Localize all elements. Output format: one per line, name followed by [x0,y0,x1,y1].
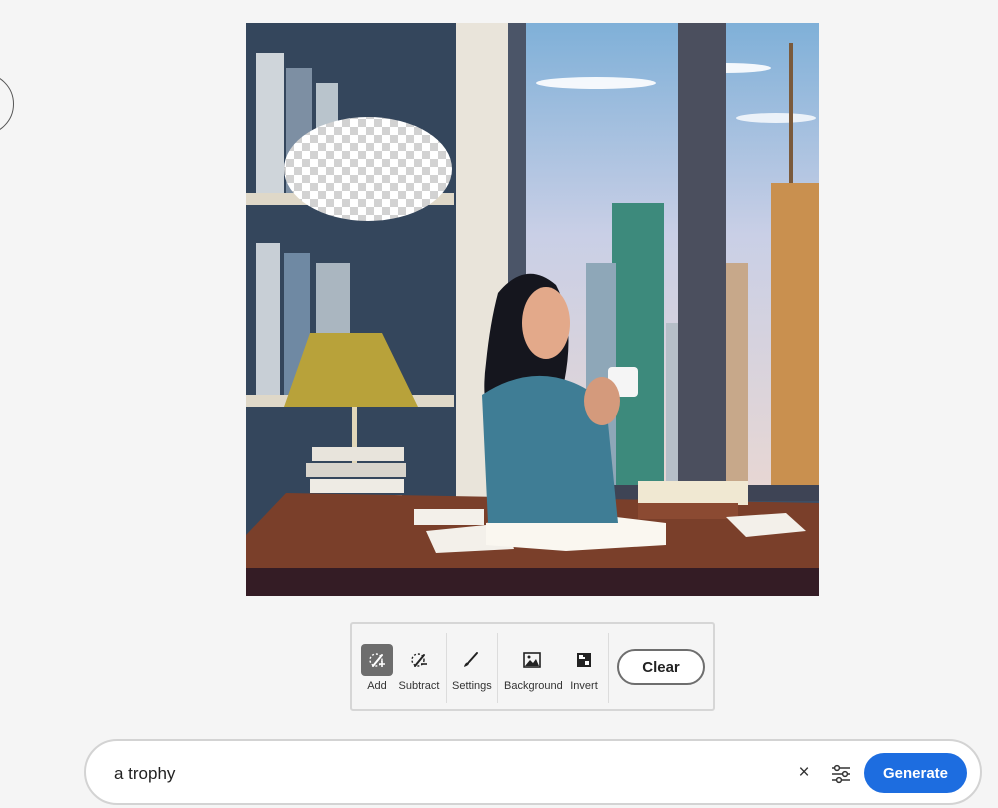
brush-subtract-icon [403,644,435,676]
add-tool-label: Add [367,680,387,692]
sliders-icon[interactable] [828,761,854,787]
background-tool-button[interactable]: Background [504,644,563,694]
brush-icon [455,644,487,676]
background-tool-label: Background [504,680,563,692]
toolbar-divider [497,633,498,703]
settings-tool-label: Settings [452,680,492,692]
brush-add-icon [361,644,393,676]
subtract-tool-button[interactable]: Subtract [398,644,440,694]
mask-toolbar: Add Subtract Settings Background Invert … [350,622,715,711]
generated-image [246,23,819,596]
toolbar-divider [608,633,609,703]
generate-button[interactable]: Generate [864,753,967,793]
subtract-tool-label: Subtract [398,680,440,692]
prompt-bar: × Generate [84,739,982,805]
invert-tool-label: Invert [570,680,598,692]
invert-icon [568,644,600,676]
image-icon [516,644,548,676]
settings-tool-button[interactable]: Settings [452,644,492,694]
invert-tool-button[interactable]: Invert [566,644,602,694]
clear-prompt-button[interactable]: × [792,760,816,786]
add-tool-button[interactable]: Add [360,644,394,694]
clear-button[interactable]: Clear [617,649,705,685]
prompt-input[interactable] [112,761,756,787]
side-panel-toggle[interactable] [0,73,14,135]
image-canvas[interactable] [246,23,819,596]
toolbar-divider [446,633,447,703]
